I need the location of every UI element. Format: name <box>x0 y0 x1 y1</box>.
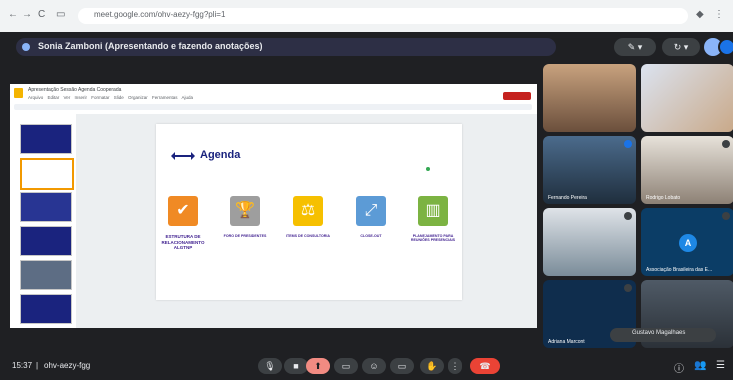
mic-button[interactable]: 🎙 <box>258 358 282 374</box>
mic-off-icon <box>624 212 632 220</box>
browser-chrome: ← → C ▭ meet.google.com/ohv-aezy-fgg?pli… <box>0 0 733 32</box>
presenting-label: Sonia Zamboni (Apresentando e fazendo an… <box>38 41 263 51</box>
meet-top-bar: Sonia Zamboni (Apresentando e fazendo an… <box>8 36 733 58</box>
meeting-code: ohv-aezy-fgg <box>44 361 91 370</box>
participant-name: Adriana Marcont <box>548 339 585 345</box>
agenda-item-label: CLOSE-OUT <box>360 234 382 238</box>
trophy-icon: 🏆 <box>230 196 260 226</box>
tabs-icon[interactable]: ▭ <box>56 9 65 20</box>
participant-name: Associação Brasileira das E... <box>646 267 713 273</box>
browser-menu-icon[interactable]: ⋮ <box>714 9 724 20</box>
share-button <box>503 92 531 100</box>
current-slide: Agenda ✔ ESTRUTURA DE RELACIONAMENTO ALG… <box>156 124 462 300</box>
slide-filmstrip <box>10 114 77 328</box>
more-options-button[interactable]: ⋮ <box>448 358 462 374</box>
presenting-banner: Sonia Zamboni (Apresentando e fazendo an… <box>16 38 556 56</box>
present-button[interactable]: ⬆ <box>306 358 330 374</box>
meeting-time: 15:37 <box>12 361 33 370</box>
laser-pointer <box>426 167 430 171</box>
forward-icon[interactable]: → <box>22 9 32 20</box>
participant-tile[interactable]: A Associação Brasileira das E... <box>641 208 733 276</box>
planning-icon: ▥ <box>418 196 448 226</box>
pinned-participant-pill[interactable]: Gustavo Magalhaes <box>610 328 716 342</box>
participant-tile[interactable] <box>543 64 636 132</box>
chat-icon[interactable]: ☰ <box>716 360 725 371</box>
slide-thumbnail <box>20 294 72 324</box>
emoji-button[interactable]: ☺ <box>362 358 386 374</box>
slide-thumbnail <box>20 226 72 256</box>
reload-icon[interactable]: C <box>38 9 45 20</box>
agenda-item-label: PLANEJAMENTO PARA REUNIÕES PRESENCIAIS <box>410 234 456 243</box>
separator: | <box>36 361 39 370</box>
slides-menu: Arquivo Editar Ver Inserir Formatar Slid… <box>28 95 194 100</box>
avatar: A <box>679 234 697 252</box>
annotate-button[interactable]: ✎ ▾ <box>614 38 656 56</box>
hang-up-button[interactable]: ☎ <box>470 358 500 374</box>
slides-logo-icon <box>14 88 23 98</box>
agenda-item-label: FORO DE PRESIDENTES <box>223 234 267 238</box>
participant-tile[interactable]: Fernando Pereira <box>543 136 636 204</box>
url-text: meet.google.com/ohv-aezy-fgg?pli=1 <box>94 10 226 19</box>
doc-title: Apresentação Sessão Agenda Cooperada <box>28 87 122 93</box>
back-icon[interactable]: ← <box>8 9 18 20</box>
extension-icon[interactable]: ◆ <box>696 9 704 20</box>
presenting-icon <box>22 43 30 51</box>
camera-button[interactable]: ■ <box>284 358 308 374</box>
people-icon[interactable]: 👥 <box>694 360 706 371</box>
slide-thumbnail <box>20 260 72 290</box>
mic-off-icon <box>722 212 730 220</box>
participant-name: Rodrigo Lobato <box>646 195 681 201</box>
info-icon[interactable]: ⓘ <box>674 360 684 375</box>
agenda-item-label: ITEMS DE CONSULTORIA <box>286 234 330 238</box>
meeting-controls: 15:37 | ohv-aezy-fgg 🎙 ■ ⬆ ▭ ☺ ▭ ✋ ⋮ ☎ ⓘ… <box>0 352 733 380</box>
raise-hand-button[interactable]: ✋ <box>420 358 444 374</box>
mic-off-icon <box>624 284 632 292</box>
screen-share-icon: ⤢ <box>356 196 386 226</box>
slide-thumbnail <box>20 192 72 222</box>
layout-button[interactable]: ↻ ▾ <box>662 38 700 56</box>
scale-icon: ⚖ <box>293 196 323 226</box>
check-icon: ✔ <box>168 196 198 226</box>
pinned-name: Gustavo Magalhaes <box>632 330 686 336</box>
format-toolbar <box>14 104 532 110</box>
speaking-icon <box>624 140 632 148</box>
arrow-icon <box>171 152 195 160</box>
layout-button[interactable]: ▭ <box>390 358 414 374</box>
participant-tile[interactable]: Rodrigo Lobato <box>641 136 733 204</box>
address-bar[interactable]: meet.google.com/ohv-aezy-fgg?pli=1 <box>78 8 688 24</box>
user-icon[interactable] <box>718 38 733 56</box>
participant-tile[interactable] <box>543 208 636 276</box>
slide-thumbnail-selected <box>20 158 74 190</box>
slides-toolbar: Apresentação Sessão Agenda Cooperada Arq… <box>10 84 537 115</box>
mic-off-icon <box>722 140 730 148</box>
agenda-item-label: ESTRUTURA DE RELACIONAMENTO ALGTNP <box>161 234 205 251</box>
slide-thumbnail <box>20 124 72 154</box>
slide-title: Agenda <box>200 149 241 161</box>
captions-button[interactable]: ▭ <box>334 358 358 374</box>
participant-name: Fernando Pereira <box>548 195 587 201</box>
participant-tile[interactable] <box>641 64 733 132</box>
